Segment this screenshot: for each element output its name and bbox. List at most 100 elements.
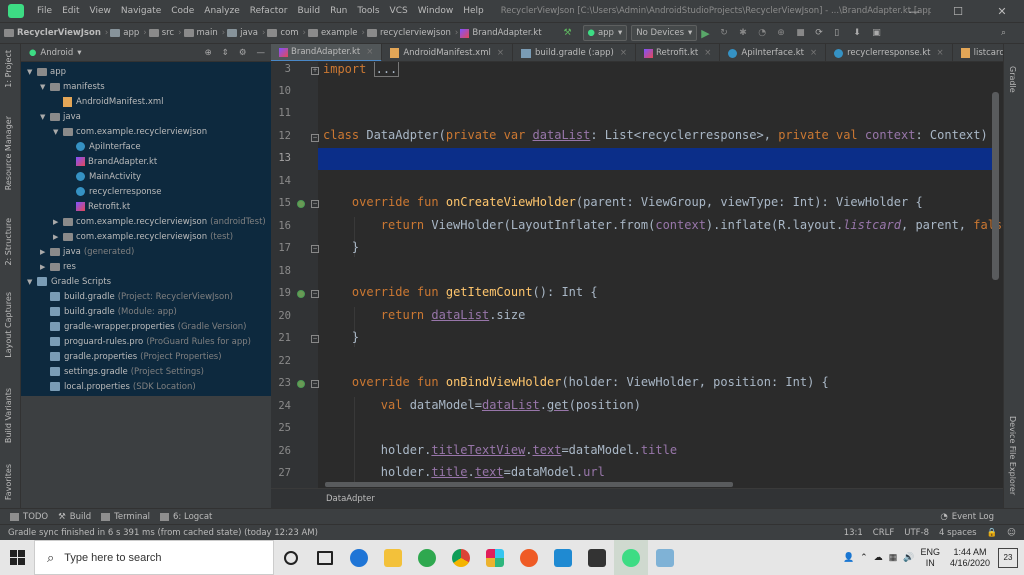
tree-item[interactable]: ▼ manifests xyxy=(21,79,271,94)
tree-item[interactable]: ApiInterface xyxy=(21,139,271,154)
chevron-down-icon[interactable]: ▾ xyxy=(77,48,81,58)
gear-icon[interactable]: ⚙ xyxy=(239,48,247,58)
menu-analyze[interactable]: Analyze xyxy=(199,6,244,16)
tree-item[interactable]: ▶ com.example.recyclerviewjson (test) xyxy=(21,229,271,244)
tree-item[interactable]: recyclerresponse xyxy=(21,184,271,199)
tab-recyclerresponse[interactable]: recyclerresponse.kt × xyxy=(826,44,953,61)
tab-apiinterface[interactable]: ApiInterface.kt × xyxy=(720,44,827,61)
search-icon[interactable]: ⌕ xyxy=(1001,28,1012,39)
fold-icon[interactable]: − xyxy=(311,134,319,142)
fold-icon[interactable]: − xyxy=(311,380,319,388)
breadcrumb-app[interactable]: app xyxy=(123,28,139,38)
chrome-button[interactable] xyxy=(444,540,478,575)
tab-androidmanifest[interactable]: AndroidManifest.xml × xyxy=(382,44,513,61)
tree-item[interactable]: ▼ Gradle Scripts xyxy=(21,274,271,289)
tree-item[interactable]: ▼ java xyxy=(21,109,271,124)
line-separator[interactable]: CRLF xyxy=(873,528,894,538)
menu-help[interactable]: Help xyxy=(458,6,489,16)
tree-item[interactable]: Retrofit.kt xyxy=(21,199,271,214)
collapse-all-icon[interactable]: ⇕ xyxy=(222,48,229,58)
fold-icon[interactable]: − xyxy=(311,200,319,208)
project-view-select[interactable]: Android xyxy=(40,48,73,58)
close-icon[interactable]: × xyxy=(497,48,504,58)
task-view-button[interactable] xyxy=(308,540,342,575)
stop-icon[interactable]: ■ xyxy=(796,28,807,39)
chevron-up-icon[interactable]: ⌃ xyxy=(860,552,868,563)
fold-icon[interactable]: − xyxy=(311,245,319,253)
breadcrumb-file[interactable]: BrandAdapter.kt xyxy=(472,28,541,38)
tab-resource-manager[interactable]: Resource Manager xyxy=(4,116,13,190)
build-button[interactable]: ⚒ Build xyxy=(58,512,91,522)
avd-manager-icon[interactable]: ▯ xyxy=(834,28,845,39)
menu-file[interactable]: File xyxy=(32,6,57,16)
minimize-icon[interactable]: — xyxy=(892,0,936,22)
lock-icon[interactable]: 🔒 xyxy=(987,528,998,538)
breadcrumb-example[interactable]: example xyxy=(321,28,358,38)
locate-icon[interactable]: ⊕ xyxy=(205,48,212,58)
network-icon[interactable]: ▦ xyxy=(889,552,898,563)
tab-project[interactable]: 1: Project xyxy=(4,50,13,88)
close-icon[interactable]: × xyxy=(366,47,373,57)
tree-item[interactable]: local.properties (SDK Location) xyxy=(21,379,271,394)
tree-item[interactable]: ▶ res xyxy=(21,259,271,274)
menu-vcs[interactable]: VCS xyxy=(385,6,413,16)
postman-button[interactable] xyxy=(512,540,546,575)
tab-gradle[interactable]: Gradle xyxy=(1008,66,1017,93)
sync-gradle-icon[interactable]: ⟳ xyxy=(815,28,826,39)
breadcrumb-com[interactable]: com xyxy=(280,28,298,38)
menu-edit[interactable]: Edit xyxy=(57,6,84,16)
run-config-select[interactable]: ● app ▾ xyxy=(582,25,628,41)
language-indicator[interactable]: ENG IN xyxy=(920,547,940,569)
volume-icon[interactable]: 🔊 xyxy=(903,552,914,563)
tree-item[interactable]: MainActivity xyxy=(21,169,271,184)
tree-item[interactable]: build.gradle (Project: RecyclerViewJson) xyxy=(21,289,271,304)
tree-item[interactable]: AndroidManifest.xml xyxy=(21,94,271,109)
cortana-button[interactable] xyxy=(274,540,308,575)
tree-item[interactable]: ▼ com.example.recyclerviewjson xyxy=(21,124,271,139)
start-button[interactable] xyxy=(0,540,34,575)
menu-navigate[interactable]: Navigate xyxy=(116,6,166,16)
close-icon[interactable]: × xyxy=(810,48,817,58)
status-message[interactable]: Gradle sync finished in 6 s 391 ms (from… xyxy=(8,528,318,538)
tree-item[interactable]: ▼ app xyxy=(21,64,271,79)
tab-build-variants[interactable]: Build Variants xyxy=(4,388,13,443)
menu-view[interactable]: View xyxy=(85,6,116,16)
fold-icon[interactable]: − xyxy=(311,290,319,298)
tree-item[interactable]: proguard-rules.pro (ProGuard Rules for ap… xyxy=(21,334,271,349)
event-log-button[interactable]: ◔ Event Log xyxy=(940,512,994,522)
fold-icon[interactable]: + xyxy=(311,67,319,75)
maximize-icon[interactable]: ☐ xyxy=(936,0,980,22)
breadcrumb-class[interactable]: DataAdpter xyxy=(326,494,375,504)
close-icon[interactable]: × xyxy=(620,48,627,58)
tab-brandadapter[interactable]: BrandAdapter.kt × xyxy=(271,44,383,61)
terminal-button[interactable]: Terminal xyxy=(101,512,150,522)
close-icon[interactable]: × xyxy=(937,48,944,58)
hide-icon[interactable]: — xyxy=(257,48,266,58)
tree-item[interactable]: build.gradle (Module: app) xyxy=(21,304,271,319)
todo-button[interactable]: TODO xyxy=(10,512,48,522)
notifications-button[interactable]: 23 xyxy=(998,547,1018,568)
close-icon[interactable]: × xyxy=(704,48,711,58)
menu-refactor[interactable]: Refactor xyxy=(245,6,293,16)
override-marker-icon[interactable] xyxy=(297,200,305,208)
device-select[interactable]: No Devices ▾ xyxy=(631,25,698,41)
cloud-icon[interactable]: ☁ xyxy=(874,552,883,563)
profile-icon[interactable]: ◔ xyxy=(758,28,769,39)
chevron-down-icon[interactable]: ▼ xyxy=(40,83,50,91)
menu-run[interactable]: Run xyxy=(325,6,352,16)
people-icon[interactable]: 👤 xyxy=(843,552,854,563)
file-encoding[interactable]: UTF-8 xyxy=(904,528,929,538)
chevron-right-icon[interactable]: ▶ xyxy=(40,263,50,271)
breadcrumb-src[interactable]: src xyxy=(162,28,174,38)
inspection-icon[interactable]: ☺ xyxy=(1007,528,1016,538)
sdk-manager-icon[interactable]: ⬇ xyxy=(853,28,864,39)
tab-build-gradle[interactable]: build.gradle (:app) × xyxy=(513,44,636,61)
tree-item[interactable]: ▶ java (generated) xyxy=(21,244,271,259)
debug-icon[interactable]: ✱ xyxy=(739,28,750,39)
fold-icon[interactable]: − xyxy=(311,335,319,343)
hammer-icon[interactable]: ⚒ xyxy=(564,28,575,39)
tree-item[interactable]: gradle-wrapper.properties (Gradle Version… xyxy=(21,319,271,334)
override-marker-icon[interactable] xyxy=(297,380,305,388)
breadcrumb-project[interactable]: RecyclerViewJson xyxy=(17,28,101,38)
breadcrumb-main[interactable]: main xyxy=(197,28,218,38)
